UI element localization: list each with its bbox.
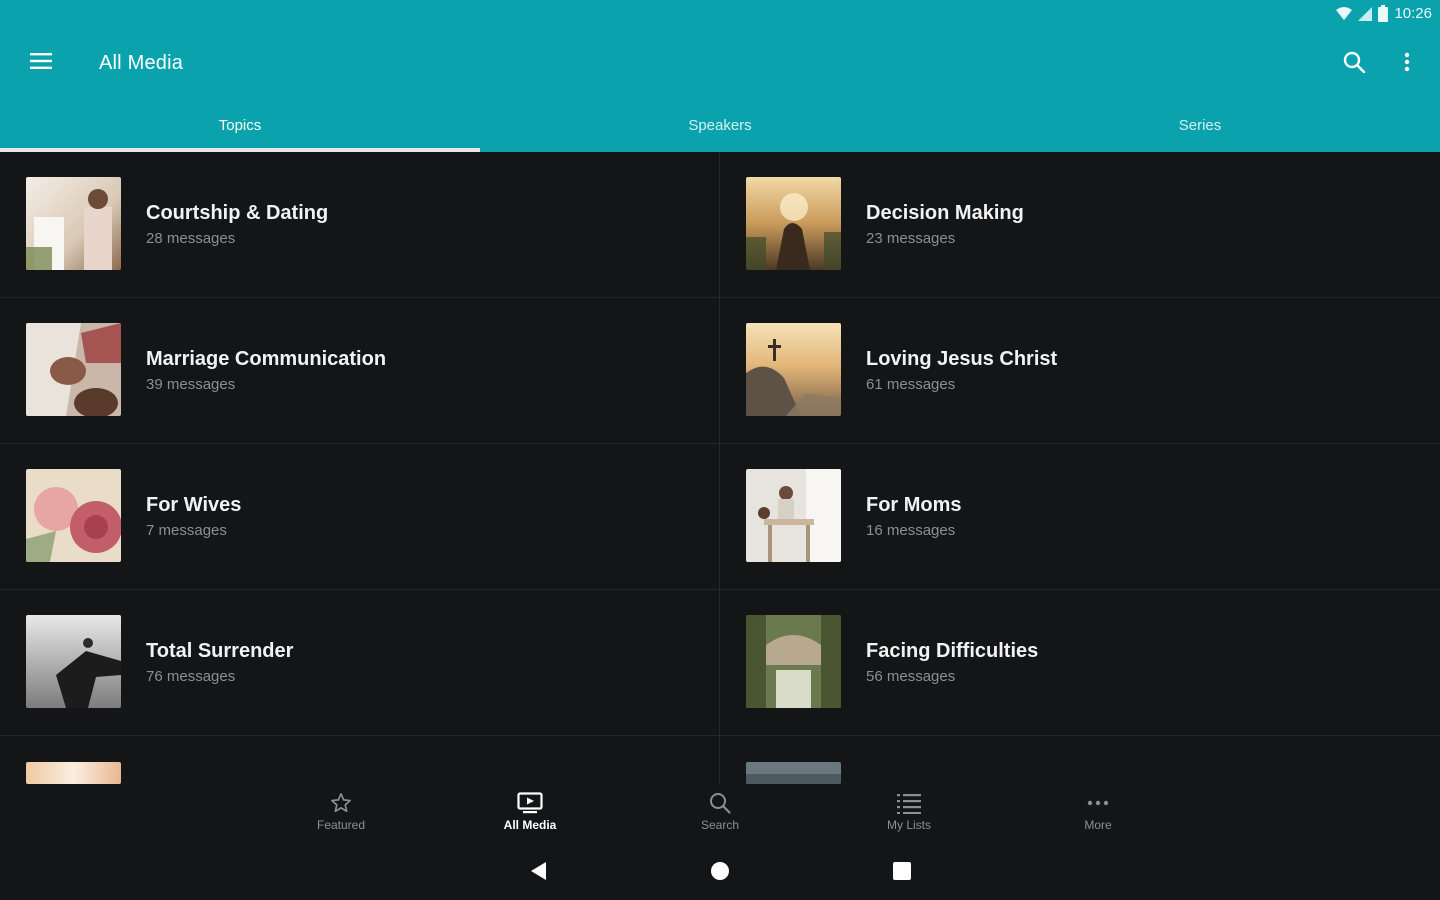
- tab-bar: Topics Speakers Series: [0, 100, 1440, 152]
- home-icon: [710, 861, 730, 886]
- topic-thumbnail: [26, 469, 121, 562]
- search-button[interactable]: [1336, 46, 1372, 82]
- nav-label: My Lists: [886, 818, 931, 832]
- topic-title: Decision Making: [866, 202, 1024, 224]
- tab-speakers[interactable]: Speakers: [480, 100, 960, 152]
- topic-item[interactable]: Total Surrender 76 messages: [0, 590, 720, 736]
- nav-all-media[interactable]: All Media: [480, 792, 580, 832]
- nav-more[interactable]: More: [1048, 792, 1148, 832]
- tab-topics[interactable]: Topics: [0, 100, 480, 152]
- topic-count: 76 messages: [146, 668, 236, 685]
- topic-item[interactable]: For Moms 16 messages: [720, 444, 1440, 590]
- topic-count: 39 messages: [146, 376, 236, 393]
- topic-title: For Wives: [146, 494, 242, 516]
- status-bar: 10:26: [0, 0, 1440, 30]
- topic-thumbnail: [26, 177, 121, 270]
- list-icon: [859, 792, 959, 814]
- app-bar: All Media: [0, 30, 1440, 100]
- wifi-icon: [1336, 6, 1353, 21]
- topic-thumbnail: [26, 615, 121, 708]
- topic-item[interactable]: Courtship & Dating 28 messages: [0, 152, 720, 298]
- back-button[interactable]: [525, 860, 551, 886]
- search-icon: [670, 792, 770, 814]
- topic-title: Total Surrender: [146, 640, 294, 662]
- grid-row: Marriage Communication 39 messages Lovin…: [0, 298, 1440, 444]
- nav-label: Featured: [316, 818, 366, 832]
- nav-search[interactable]: Search: [670, 792, 770, 832]
- topic-title: For Moms: [866, 494, 962, 516]
- topic-title: Marriage Communication: [146, 348, 387, 370]
- recents-icon: [892, 861, 912, 886]
- nav-my-lists[interactable]: My Lists: [859, 792, 959, 832]
- topic-count: 7 messages: [146, 522, 227, 539]
- overflow-menu-button[interactable]: [1392, 46, 1422, 82]
- more-horiz-icon: [1048, 792, 1148, 814]
- topic-thumbnail: [26, 323, 121, 416]
- star-icon: [291, 792, 391, 814]
- home-button[interactable]: [707, 860, 733, 886]
- back-icon: [529, 861, 547, 886]
- nav-label: All Media: [503, 818, 557, 832]
- battery-icon: [1378, 5, 1389, 22]
- topic-item[interactable]: Decision Making 23 messages: [720, 152, 1440, 298]
- status-icons: 10:26: [1336, 5, 1432, 22]
- page-title: All Media: [99, 52, 184, 74]
- topic-count: 56 messages: [866, 668, 956, 685]
- topic-thumbnail: [746, 615, 841, 708]
- tab-label: Topics: [218, 117, 262, 134]
- tab-series[interactable]: Series: [960, 100, 1440, 152]
- topic-thumbnail: [746, 177, 841, 270]
- tab-label: Series: [1178, 117, 1222, 134]
- nav-featured[interactable]: Featured: [291, 792, 391, 832]
- topic-thumbnail: [26, 762, 121, 784]
- topic-title: Loving Jesus Christ: [866, 348, 1058, 370]
- grid-row: Courtship & Dating 28 messages Decision …: [0, 152, 1440, 298]
- topic-thumbnail: [746, 469, 841, 562]
- topic-count: 61 messages: [866, 376, 956, 393]
- search-icon: [1343, 51, 1366, 78]
- menu-button[interactable]: [22, 44, 60, 82]
- topic-thumbnail: [746, 762, 841, 784]
- topic-item[interactable]: Facing Difficulties 56 messages: [720, 590, 1440, 736]
- cell-signal-icon: [1358, 6, 1373, 21]
- topic-count: 23 messages: [866, 230, 956, 247]
- topic-item[interactable]: Marriage Communication 39 messages: [0, 298, 720, 444]
- tab-label: Speakers: [688, 117, 752, 134]
- topic-title: Facing Difficulties: [866, 640, 1039, 662]
- nav-label: More: [1084, 818, 1112, 832]
- topic-count: 16 messages: [866, 522, 956, 539]
- topic-item[interactable]: For Wives 7 messages: [0, 444, 720, 590]
- topic-thumbnail: [746, 323, 841, 416]
- overflow-menu-icon: [1404, 52, 1410, 77]
- media-icon: [480, 792, 580, 814]
- grid-row: For Wives 7 messages For Moms 16 message…: [0, 444, 1440, 590]
- topics-grid: Courtship & Dating 28 messages Decision …: [0, 152, 1440, 792]
- topic-title: Courtship & Dating: [146, 202, 329, 224]
- topic-count: 28 messages: [146, 230, 236, 247]
- app-root: 10:26 All Media Topics Speakers Series C…: [0, 0, 1440, 900]
- system-navigation: [0, 846, 1440, 900]
- menu-icon: [30, 52, 52, 74]
- topic-item[interactable]: Loving Jesus Christ 61 messages: [720, 298, 1440, 444]
- bottom-navigation: Featured All Media Search My Lists More: [0, 784, 1440, 846]
- nav-label: Search: [700, 818, 740, 832]
- recents-button[interactable]: [889, 860, 915, 886]
- grid-row: Total Surrender 76 messages Facing Diffi…: [0, 590, 1440, 736]
- status-time: 10:26: [1394, 5, 1432, 22]
